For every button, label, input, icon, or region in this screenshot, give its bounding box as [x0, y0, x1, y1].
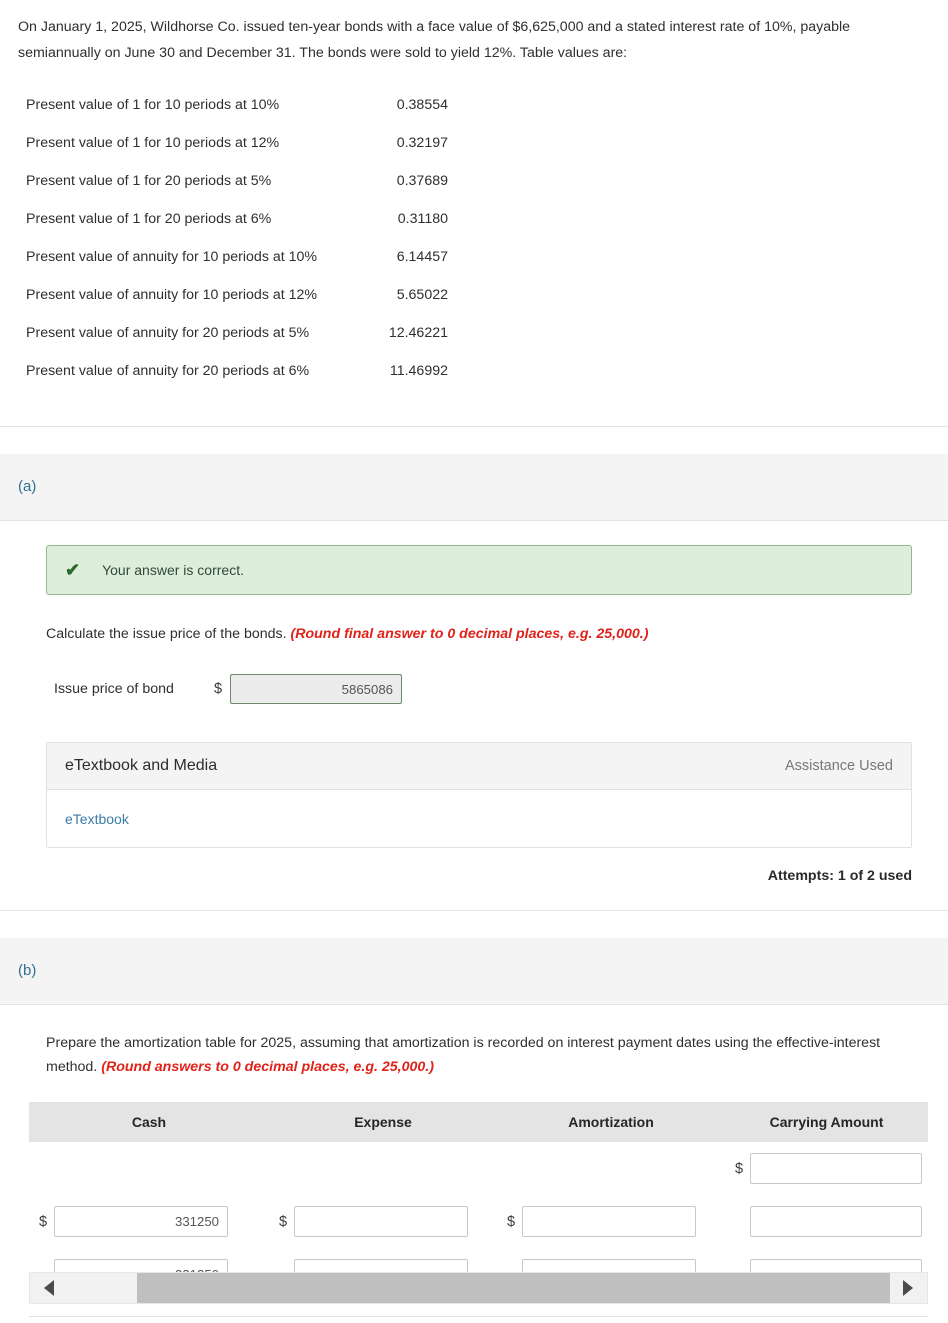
present-value-table: Present value of 1 for 10 periods at 10%… — [0, 86, 470, 390]
part-b-body: Prepare the amortization table for 2025,… — [0, 1031, 948, 1079]
pv-value: 0.31180 — [397, 211, 448, 227]
cell-carrying-amount: $ — [725, 1153, 928, 1184]
pv-label: Present value of annuity for 20 periods … — [26, 363, 310, 379]
etextbook-link[interactable]: eTextbook — [65, 811, 129, 827]
part-a-letter: (a) — [18, 478, 37, 495]
answer-correct-banner: ✔ Your answer is correct. — [46, 545, 912, 595]
amortization-table-header: Cash Expense Amortization Carrying Amoun… — [29, 1102, 928, 1142]
currency-symbol: $ — [735, 1160, 744, 1177]
issue-price-row: Issue price of bond $ — [54, 674, 930, 704]
column-header-cash: Cash — [131, 1114, 167, 1130]
pv-label: Present value of 1 for 20 periods at 6% — [26, 211, 272, 227]
etextbook-panel-header: eTextbook and Media Assistance Used — [47, 743, 911, 790]
pv-label: Present value of 1 for 10 periods at 12% — [26, 135, 280, 151]
attempts-counter: Attempts: 1 of 2 used — [767, 868, 912, 884]
bottom-divider — [29, 1316, 928, 1317]
pv-label: Present value of annuity for 10 periods … — [26, 287, 318, 303]
carrying-amount-input-row1[interactable] — [750, 1153, 922, 1184]
part-a-header-band: (a) — [0, 454, 948, 521]
carrying-amount-input-row2[interactable] — [750, 1206, 922, 1237]
assistance-used-label: Assistance Used — [785, 758, 893, 774]
column-header-expense: Expense — [354, 1114, 412, 1130]
answer-correct-text: Your answer is correct. — [102, 562, 244, 578]
problem-statement-text: On January 1, 2025, Wildhorse Co. issued… — [18, 19, 851, 61]
pv-label: Present value of annuity for 20 periods … — [26, 325, 310, 341]
table-row: Present value of annuity for 20 periods … — [0, 352, 470, 390]
part-a-instruction-text: Calculate the issue price of the bonds. — [46, 626, 291, 642]
currency-symbol: $ — [214, 681, 223, 697]
part-a-instruction: Calculate the issue price of the bonds. … — [46, 622, 912, 646]
amortization-input-row2[interactable] — [522, 1206, 696, 1237]
pv-value: 0.38554 — [396, 97, 448, 113]
pv-value: 0.32197 — [396, 135, 448, 151]
triangle-right-icon — [903, 1280, 913, 1296]
pv-label: Present value of 1 for 20 periods at 5% — [26, 173, 272, 189]
table-row: Present value of 1 for 20 periods at 5% … — [0, 162, 470, 200]
etextbook-panel-body: eTextbook — [47, 790, 911, 847]
horizontal-scrollbar[interactable] — [29, 1272, 928, 1304]
cash-input-row2[interactable] — [54, 1206, 228, 1237]
table-row: Present value of 1 for 10 periods at 12%… — [0, 124, 470, 162]
issue-price-input[interactable] — [230, 674, 402, 704]
pv-value: 12.46221 — [388, 325, 448, 341]
cell-carrying-amount: $ — [725, 1206, 928, 1237]
part-a-body: ✔ Your answer is correct. Calculate the … — [0, 545, 948, 910]
pv-value: 6.14457 — [396, 249, 448, 265]
present-value-table-body: Present value of 1 for 10 periods at 10%… — [0, 86, 470, 390]
issue-price-label: Issue price of bond — [54, 681, 174, 697]
pv-value: 11.46992 — [389, 363, 448, 379]
currency-symbol: $ — [507, 1213, 516, 1230]
pv-label: Present value of 1 for 10 periods at 10% — [26, 97, 280, 113]
table-row: $ — [29, 1142, 928, 1195]
cell-cash: $ — [29, 1206, 269, 1237]
etextbook-and-media-panel: eTextbook and Media Assistance Used eTex… — [46, 742, 912, 848]
currency-symbol-placeholder: $ — [725, 1214, 750, 1230]
column-header-carrying-amount: Carrying Amount — [769, 1114, 884, 1130]
table-row: Present value of annuity for 10 periods … — [0, 276, 470, 314]
scroll-left-button[interactable] — [30, 1273, 68, 1303]
column-header-amortization: Amortization — [568, 1114, 654, 1130]
scroll-right-button[interactable] — [889, 1273, 927, 1303]
expense-input-row2[interactable] — [294, 1206, 468, 1237]
part-b-letter: (b) — [18, 962, 37, 979]
check-icon: ✔ — [65, 560, 81, 580]
part-a-rounding-note: (Round final answer to 0 decimal places,… — [290, 626, 649, 642]
triangle-left-icon — [44, 1280, 54, 1296]
currency-symbol: $ — [279, 1213, 288, 1230]
cell-expense: $ — [269, 1206, 497, 1237]
pv-label: Present value of annuity for 10 periods … — [26, 249, 318, 265]
currency-symbol: $ — [39, 1213, 48, 1230]
part-b-header-band: (b) — [0, 938, 948, 1005]
table-row: Present value of 1 for 20 periods at 6% … — [0, 200, 470, 238]
scrollbar-thumb[interactable] — [137, 1273, 890, 1303]
problem-statement: On January 1, 2025, Wildhorse Co. issued… — [0, 0, 948, 66]
table-row: Present value of annuity for 10 periods … — [0, 238, 470, 276]
table-row: $ $ $ $ — [29, 1195, 928, 1248]
table-row: Present value of annuity for 20 periods … — [0, 314, 470, 352]
table-row: Present value of 1 for 10 periods at 10%… — [0, 86, 470, 124]
etextbook-panel-title: eTextbook and Media — [65, 757, 218, 774]
part-b-rounding-note: (Round answers to 0 decimal places, e.g.… — [101, 1059, 434, 1075]
scrollbar-track[interactable] — [68, 1273, 890, 1303]
pv-value: 5.65022 — [396, 287, 448, 303]
cell-amortization: $ — [497, 1206, 725, 1237]
pv-value: 0.37689 — [396, 173, 448, 189]
part-b-instruction: Prepare the amortization table for 2025,… — [46, 1031, 912, 1079]
